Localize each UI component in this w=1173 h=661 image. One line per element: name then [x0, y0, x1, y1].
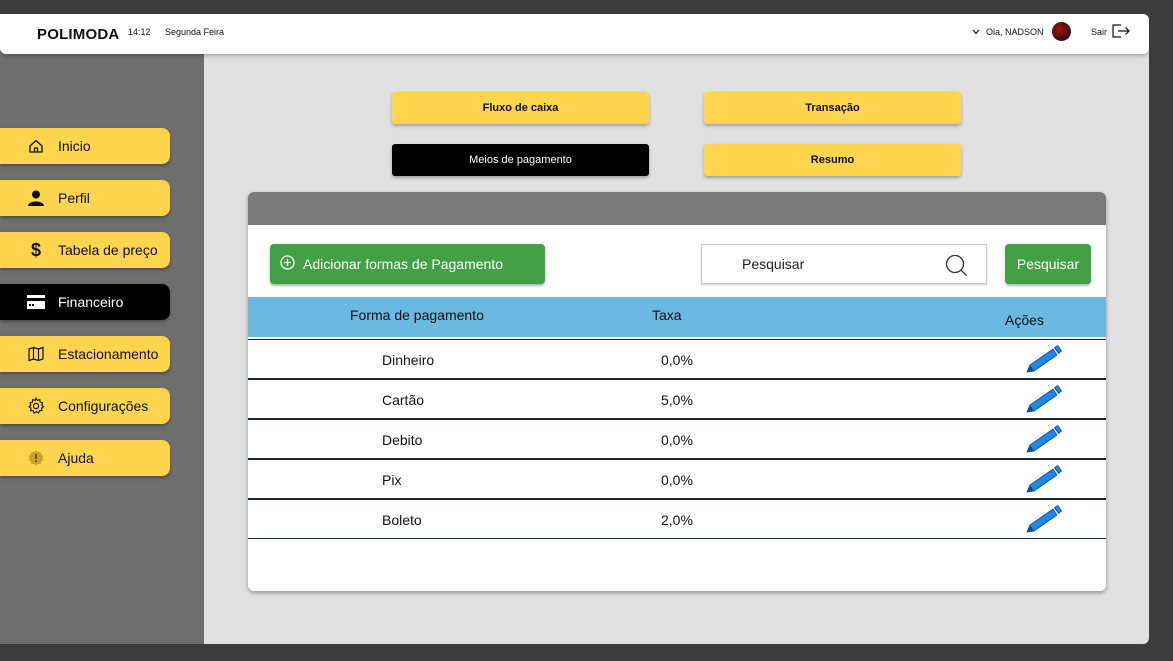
- home-icon: [27, 137, 45, 155]
- brand-logo: POLIMODA: [37, 26, 120, 43]
- user-menu[interactable]: Ola, NADSON: [972, 22, 1071, 41]
- table-row: Cartão 5,0%: [248, 379, 1106, 419]
- edit-pencil-icon[interactable]: [1025, 504, 1063, 537]
- clock-time: 14:12: [128, 27, 151, 37]
- avatar: [1051, 22, 1071, 41]
- search-button[interactable]: Pesquisar: [1005, 244, 1091, 284]
- edit-pencil-icon[interactable]: [1025, 464, 1063, 497]
- person-icon: [27, 189, 45, 207]
- logout-icon: [1112, 24, 1131, 40]
- gear-icon: [27, 397, 45, 415]
- table-row: Dinheiro 0,0%: [248, 339, 1106, 379]
- sidebar-item-label: Estacionamento: [58, 346, 159, 362]
- top-bar: POLIMODA 14:12 Segunda Feira Ola, NADSON…: [0, 14, 1149, 54]
- cell-forma: Debito: [382, 432, 423, 448]
- tab-meios-de-pagamento[interactable]: Meios de pagamento: [392, 144, 649, 176]
- cell-forma: Pix: [382, 472, 402, 488]
- sidebar-item-label: Ajuda: [58, 450, 94, 466]
- sidebar-item-ajuda[interactable]: Ajuda: [0, 440, 170, 476]
- edit-pencil-icon[interactable]: [1025, 344, 1063, 377]
- column-header-forma: Forma de pagamento: [350, 307, 484, 323]
- sidebar-item-financeiro[interactable]: Financeiro: [0, 284, 170, 320]
- sidebar-item-label: Financeiro: [58, 294, 124, 310]
- table-row: Boleto 2,0%: [248, 499, 1106, 539]
- cell-forma: Boleto: [382, 512, 422, 528]
- cell-taxa: 0,0%: [661, 432, 693, 448]
- sidebar-item-label: Configurações: [58, 398, 149, 414]
- tab-fluxo-de-caixa[interactable]: Fluxo de caixa: [392, 92, 649, 124]
- add-payment-method-label: Adicionar formas de Pagamento: [303, 256, 503, 272]
- weekday-label: Segunda Feira: [165, 27, 225, 37]
- sidebar-item-label: Inicio: [58, 138, 91, 154]
- logout-button[interactable]: Sair: [1091, 24, 1131, 40]
- table-header: Forma de pagamento Taxa Ações: [248, 297, 1106, 337]
- cell-taxa: 2,0%: [661, 512, 693, 528]
- card-header: [248, 192, 1106, 225]
- cell-forma: Cartão: [382, 392, 425, 408]
- cell-taxa: 0,0%: [661, 352, 693, 368]
- column-header-acoes: Ações: [1005, 312, 1044, 328]
- sidebar-item-label: Perfil: [58, 190, 90, 206]
- plus-circle-icon: [280, 255, 295, 273]
- edit-pencil-icon[interactable]: [1025, 424, 1063, 457]
- dollar-icon: $: [30, 239, 41, 260]
- sidebar-item-perfil[interactable]: Perfil: [0, 180, 170, 216]
- sidebar-item-tabela-de-preco[interactable]: $ Tabela de preço: [0, 232, 170, 268]
- search-field[interactable]: [701, 244, 987, 284]
- user-greeting: Ola, NADSON: [986, 26, 1044, 37]
- sidebar-item-inicio[interactable]: Inicio: [0, 128, 170, 164]
- help-badge-icon: [27, 449, 45, 467]
- payment-methods-card: Adicionar formas de Pagamento Pesquisar …: [248, 192, 1106, 591]
- add-payment-method-button[interactable]: Adicionar formas de Pagamento: [270, 244, 545, 284]
- search-icon[interactable]: [945, 254, 968, 282]
- sidebar-item-label: Tabela de preço: [58, 242, 158, 258]
- cell-forma: Dinheiro: [382, 352, 435, 368]
- sidebar-item-estacionamento[interactable]: Estacionamento: [0, 336, 170, 372]
- cell-taxa: 5,0%: [661, 392, 693, 408]
- table-row: Debito 0,0%: [248, 419, 1106, 459]
- chevron-down-icon: [972, 27, 980, 37]
- app-frame: Inicio Perfil $ Tabela de preço Financei…: [0, 14, 1149, 644]
- cell-taxa: 0,0%: [661, 472, 693, 488]
- logout-label: Sair: [1091, 27, 1108, 37]
- column-header-taxa: Taxa: [652, 307, 682, 323]
- card-icon: [27, 293, 45, 311]
- map-icon: [27, 345, 45, 363]
- sidebar: Inicio Perfil $ Tabela de preço Financei…: [0, 14, 204, 644]
- tab-resumo[interactable]: Resumo: [704, 144, 961, 176]
- edit-pencil-icon[interactable]: [1025, 384, 1063, 417]
- tab-transacao[interactable]: Transação: [704, 92, 961, 124]
- sidebar-item-configuracoes[interactable]: Configurações: [0, 388, 170, 424]
- table-row: Pix 0,0%: [248, 459, 1106, 499]
- search-input[interactable]: [702, 256, 932, 272]
